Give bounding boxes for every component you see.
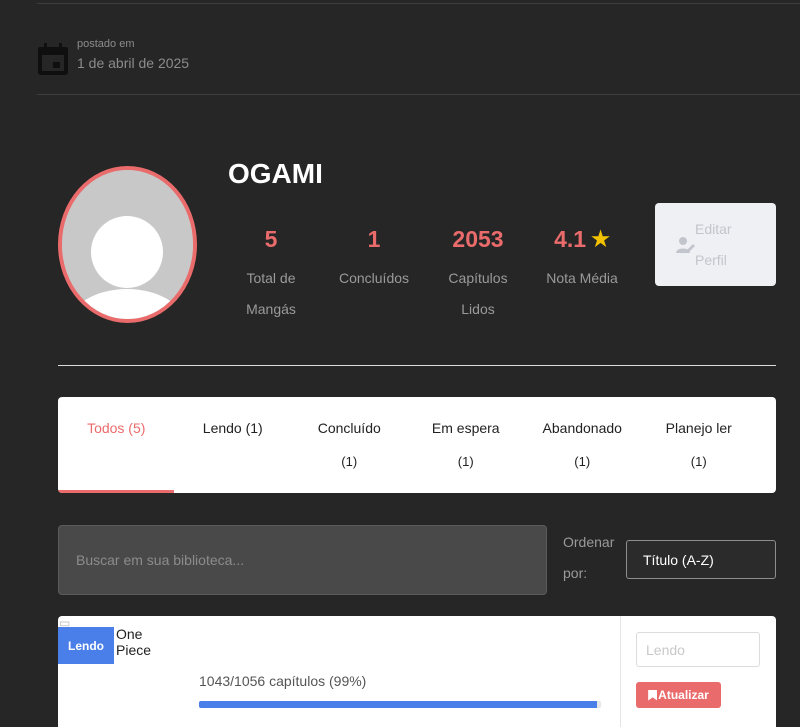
user-edit-icon (676, 236, 695, 253)
stat-label: Concluídos (338, 270, 410, 286)
stat-nota-media: 4.1 ★ Nota Média (540, 224, 624, 294)
stat-label: Total de Mangás (246, 270, 296, 317)
stat-value: 2053 (452, 225, 504, 252)
library-item-card: ▭ One Piece Lendo 1043/1056 capítulos (9… (58, 616, 776, 727)
tab-label: Em espera (431, 420, 500, 436)
calendar-icon (38, 43, 68, 75)
progress-bar (199, 701, 601, 708)
tab-count: (1) (690, 454, 707, 469)
stat-value: 4.1 (554, 225, 587, 252)
tab-label: Todos (5) (87, 420, 146, 436)
tab-label: Abandonado (542, 420, 622, 436)
sort-label: Ordenar por: (563, 534, 615, 581)
top-divider (37, 3, 800, 4)
tab-concluido[interactable]: Concluído (1) (291, 397, 408, 493)
progress-text: 1043/1056 capítulos (99%) (199, 673, 367, 689)
section-divider (37, 94, 800, 95)
user-avatar-icon (62, 170, 193, 319)
stat-label: Capítulos Lidos (448, 270, 508, 317)
stat-total-mangas: 5 Total de Mangás (241, 224, 301, 325)
tab-todos[interactable]: Todos (5) (58, 397, 175, 493)
tab-count: (1) (457, 454, 474, 469)
posted-date: 1 de abril de 2025 (77, 55, 190, 71)
update-label: Atualizar (658, 688, 709, 702)
status-select[interactable]: Lendo (636, 632, 760, 667)
tab-label: Lendo (1) (202, 420, 263, 436)
tab-count: (1) (574, 454, 591, 469)
card-divider (620, 616, 621, 727)
stat-capitulos-lidos: 2053 Capítulos Lidos (443, 224, 513, 325)
avatar (58, 166, 197, 323)
search-input[interactable] (76, 552, 529, 568)
edit-profile-label: Editar Perfil (695, 220, 732, 268)
library-tabs: Todos (5) Lendo (1) Concluído (1) Em esp… (58, 397, 776, 493)
library-search-box (58, 525, 547, 595)
post-date-block: postado em 1 de abril de 2025 (37, 38, 189, 76)
bookmark-icon (648, 689, 658, 701)
profile-username: OGAMI (228, 158, 323, 189)
status-badge: Lendo (58, 627, 114, 664)
sort-select[interactable]: Título (A-Z) (626, 540, 776, 579)
stat-value: 5 (264, 225, 278, 252)
edit-profile-button[interactable]: Editar Perfil (655, 203, 776, 286)
tab-lendo[interactable]: Lendo (1) (175, 397, 292, 493)
tab-planejo-ler[interactable]: Planejo ler (1) (641, 397, 758, 493)
profile-divider (58, 365, 776, 366)
stat-concluidos: 1 Concluídos (334, 224, 414, 294)
progress-fill (199, 701, 597, 708)
tab-count: (1) (341, 454, 358, 469)
tab-abandonado[interactable]: Abandonado (1) (524, 397, 641, 493)
update-button[interactable]: Atualizar (636, 682, 721, 708)
tab-label: Concluído (317, 420, 381, 436)
posted-label: postado em (77, 38, 135, 50)
star-icon: ★ (591, 227, 610, 251)
tab-label: Planejo ler (665, 420, 732, 436)
stat-value: 1 (367, 225, 381, 252)
stat-label: Nota Média (546, 270, 618, 286)
tab-em-espera[interactable]: Em espera (1) (408, 397, 525, 493)
cover-alt-text: One Piece (116, 626, 152, 658)
